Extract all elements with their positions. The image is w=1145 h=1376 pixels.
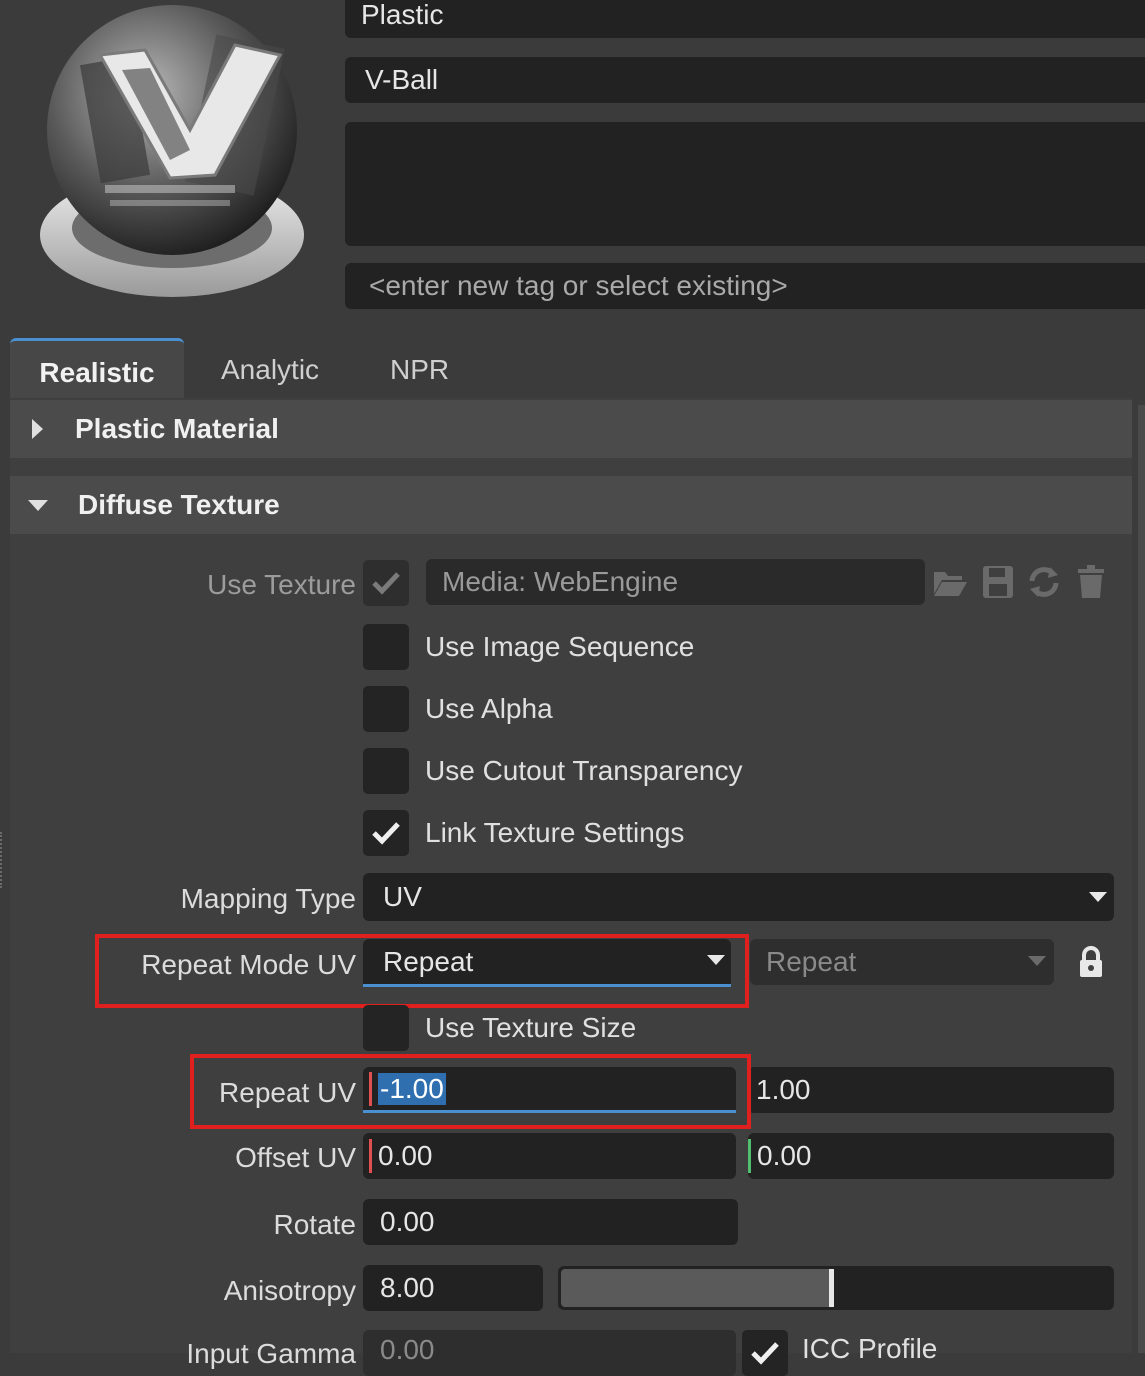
rotate-input[interactable]: 0.00	[363, 1199, 738, 1245]
anisotropy-slider-fill	[561, 1269, 834, 1307]
highlight-box-repeat-uv	[190, 1054, 751, 1129]
tab-analytic[interactable]: Analytic	[221, 338, 319, 398]
texture-media-value: Media: WebEngine	[442, 566, 679, 597]
material-preview[interactable]	[30, 0, 315, 310]
offset-u-input[interactable]: 0.00	[363, 1133, 736, 1179]
use-texture-size-checkbox[interactable]	[363, 1005, 409, 1051]
repeat-v-input[interactable]: 1.00	[748, 1067, 1114, 1113]
section-diffuse-texture-title: Diffuse Texture	[78, 489, 280, 520]
use-image-sequence-label: Use Image Sequence	[425, 631, 695, 662]
repeat-mode-v-dropdown[interactable]: Repeat	[750, 939, 1054, 985]
trash-icon[interactable]	[1077, 565, 1105, 599]
texture-media-field[interactable]: Media: WebEngine	[426, 559, 925, 605]
icc-profile-checkbox[interactable]	[742, 1330, 788, 1376]
u-axis-marker	[369, 1139, 372, 1173]
chevron-down-icon	[1028, 956, 1046, 966]
expand-arrow-icon	[32, 419, 43, 439]
section-plastic-material-title: Plastic Material	[75, 413, 279, 444]
link-texture-settings-label: Link Texture Settings	[425, 817, 685, 848]
use-image-sequence-checkbox[interactable]	[363, 624, 409, 670]
mapping-type-label: Mapping Type	[180, 883, 356, 914]
folder-open-icon[interactable]	[932, 566, 968, 598]
input-gamma-input[interactable]: 0.00	[363, 1330, 736, 1376]
preview-name-field[interactable]: V-Ball	[345, 57, 1145, 103]
tab-npr-label: NPR	[390, 354, 450, 385]
input-gamma-label: Input Gamma	[186, 1338, 356, 1369]
input-gamma-value: 0.00	[380, 1334, 435, 1365]
highlight-box-repeat-mode	[95, 934, 749, 1008]
checkmark-icon	[372, 572, 400, 595]
anisotropy-input[interactable]: 8.00	[363, 1265, 543, 1311]
tag-input-placeholder: <enter new tag or select existing>	[369, 270, 788, 301]
anisotropy-slider-handle[interactable]	[828, 1269, 834, 1307]
preview-name-value: V-Ball	[365, 64, 439, 95]
rotate-label: Rotate	[273, 1209, 357, 1240]
section-diffuse-texture[interactable]: Diffuse Texture	[10, 476, 1132, 534]
panel-resize-grip[interactable]	[0, 832, 6, 888]
panel-scrollbar[interactable]	[1138, 405, 1145, 1353]
v-axis-marker	[748, 1139, 751, 1173]
offset-v-value: 0.00	[757, 1140, 812, 1171]
tag-input[interactable]: <enter new tag or select existing>	[345, 263, 1145, 309]
section-plastic-material[interactable]: Plastic Material	[10, 400, 1132, 458]
anisotropy-slider[interactable]	[558, 1266, 1114, 1310]
offset-v-input[interactable]: 0.00	[748, 1133, 1114, 1179]
chevron-down-icon	[1089, 892, 1107, 902]
mapping-type-value: UV	[383, 881, 422, 912]
offset-uv-label: Offset UV	[235, 1142, 356, 1173]
anisotropy-value: 8.00	[380, 1272, 435, 1303]
anisotropy-label: Anisotropy	[223, 1275, 356, 1306]
mapping-type-dropdown[interactable]: UV	[363, 873, 1114, 921]
link-texture-settings-checkbox[interactable]	[363, 810, 409, 856]
tab-analytic-label: Analytic	[221, 354, 320, 385]
checkmark-icon	[751, 1342, 779, 1365]
repeat-mode-v-value: Repeat	[766, 946, 857, 977]
use-texture-size-label: Use Texture Size	[425, 1012, 637, 1043]
tab-npr[interactable]: NPR	[390, 338, 449, 398]
use-texture-checkbox[interactable]	[363, 560, 409, 606]
use-alpha-checkbox[interactable]	[363, 686, 409, 732]
lock-icon[interactable]	[1078, 946, 1104, 978]
use-texture-label: Use Texture	[207, 569, 356, 600]
material-name-field[interactable]: Plastic	[345, 0, 1145, 38]
offset-u-value: 0.00	[378, 1140, 433, 1171]
use-cutout-transparency-label: Use Cutout Transparency	[425, 755, 743, 786]
material-name-value: Plastic	[361, 0, 444, 30]
repeat-v-value: 1.00	[756, 1074, 811, 1105]
tab-realistic-label: Realistic	[39, 357, 155, 388]
rotate-value: 0.00	[380, 1206, 435, 1237]
checkmark-icon	[372, 822, 400, 845]
tab-realistic[interactable]: Realistic	[10, 338, 184, 401]
use-alpha-label: Use Alpha	[425, 693, 553, 724]
preview-sphere-image	[40, 5, 304, 297]
icc-profile-label: ICC Profile	[802, 1333, 938, 1364]
refresh-icon[interactable]	[1026, 565, 1062, 599]
collapse-arrow-icon	[28, 499, 48, 511]
save-icon[interactable]	[982, 565, 1014, 599]
use-cutout-transparency-checkbox[interactable]	[363, 748, 409, 794]
description-field[interactable]	[345, 122, 1145, 246]
